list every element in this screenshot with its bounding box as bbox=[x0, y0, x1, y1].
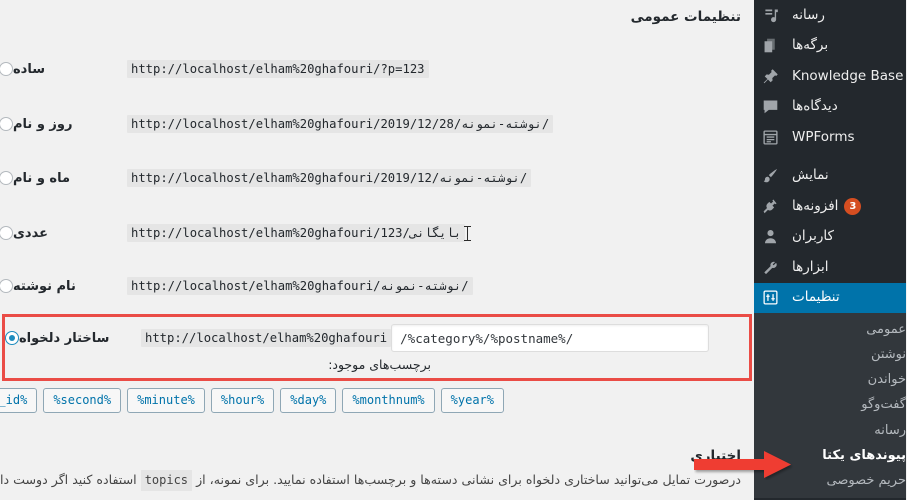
tag-button-year[interactable]: %year% bbox=[441, 388, 505, 413]
page-title: تنظیمات عمومی bbox=[631, 9, 742, 25]
sidebar-item-pages[interactable]: برگه‌ها bbox=[755, 31, 907, 62]
option-url-preview: http://localhost/elham%20ghafouri/بایگان… bbox=[128, 224, 467, 242]
user-icon bbox=[755, 228, 787, 245]
sidebar-item-label: ابزارها bbox=[793, 258, 830, 275]
radio-numeric[interactable] bbox=[0, 226, 14, 240]
sidebar-separator bbox=[755, 153, 907, 161]
tag-button-second[interactable]: %second% bbox=[44, 388, 123, 413]
available-tags-row: %post_id% %second% %minute% %hour% %day%… bbox=[0, 388, 505, 413]
sidebar-item-users[interactable]: کاربران bbox=[755, 222, 907, 253]
custom-structure-input[interactable] bbox=[392, 324, 711, 352]
option-label-group: نام نوشته bbox=[0, 279, 128, 294]
sidebar-item-label: دیدگاه‌ها bbox=[793, 98, 839, 114]
tag-button-monthnum[interactable]: %monthnum% bbox=[343, 388, 436, 413]
tag-button-minute[interactable]: %minute% bbox=[128, 388, 206, 413]
option-label-group: ساده bbox=[0, 62, 128, 77]
settings-icon bbox=[755, 289, 787, 306]
sidebar-item-comments[interactable]: دیدگاه‌ها bbox=[755, 92, 907, 123]
radio-month-and-name[interactable] bbox=[0, 171, 14, 185]
sidebar-item-label: برگه‌ها bbox=[793, 37, 830, 53]
radio-day-and-name[interactable] bbox=[0, 117, 14, 131]
option-label: ماه و نام bbox=[14, 170, 72, 186]
permalink-option-month-and-name[interactable]: ماه و نام http://localhost/elham%20ghafo… bbox=[0, 165, 755, 191]
pages-icon bbox=[755, 37, 787, 54]
available-tags-label: برچسب‌های موجود: bbox=[329, 357, 432, 372]
brush-icon bbox=[755, 167, 787, 184]
permalink-option-day-and-name[interactable]: روز و نام http://localhost/elham%20ghafo… bbox=[0, 111, 755, 137]
paragraph-text-pre: درصورت تمایل می‌توانید ساختاری دلخواه بر… bbox=[197, 472, 742, 487]
sidebar-item-label: رسانه bbox=[793, 6, 826, 23]
option-url-preview: http://localhost/elham%20ghafouri/?p=123 bbox=[128, 60, 430, 78]
sidebar-item-settings-media[interactable]: رسانه bbox=[755, 418, 907, 443]
option-label: ساده bbox=[14, 61, 47, 77]
option-label-group: ساختار دلخواه bbox=[6, 331, 134, 346]
sidebar-item-label: تنظیمات bbox=[793, 289, 841, 305]
option-label: روز و نام bbox=[14, 116, 74, 132]
sidebar-item-settings-reading[interactable]: خواندن bbox=[755, 368, 907, 393]
sidebar-item-label: افزونه‌ها bbox=[793, 197, 840, 214]
tag-button-post-id[interactable]: %post_id% bbox=[0, 388, 39, 413]
tag-button-hour[interactable]: %hour% bbox=[211, 388, 276, 413]
radio-post-name[interactable] bbox=[0, 279, 14, 293]
sidebar-item-settings-general[interactable]: عمومی bbox=[755, 317, 907, 342]
option-label: ساختار دلخواه bbox=[20, 330, 111, 346]
sidebar-item-settings-permalinks[interactable]: پیوندهای یکتا bbox=[755, 443, 907, 468]
option-url-preview: http://localhost/elham%20ghafouri/نوشته-… bbox=[128, 277, 474, 295]
radio-custom-structure[interactable] bbox=[6, 331, 20, 345]
plugin-icon bbox=[755, 198, 787, 215]
inline-code-topics: topics bbox=[141, 470, 194, 492]
custom-structure-row[interactable]: ساختار دلخواه http://localhost/elham%20g… bbox=[6, 324, 750, 352]
permalink-option-post-name[interactable]: نام نوشته http://localhost/elham%20ghafo… bbox=[0, 273, 755, 299]
sidebar-item-appearance[interactable]: نمایش bbox=[755, 161, 907, 192]
text-cursor bbox=[465, 226, 472, 241]
comment-icon bbox=[755, 98, 787, 115]
plugins-update-badge: 3 bbox=[845, 197, 863, 215]
sidebar-item-tools[interactable]: ابزارها bbox=[755, 252, 907, 283]
sidebar-item-knowledge-base[interactable]: Knowledge Base bbox=[755, 61, 907, 92]
sidebar-item-settings[interactable]: تنظیمات bbox=[755, 282, 907, 313]
sidebar-item-label: نمایش bbox=[793, 167, 830, 183]
sidebar-item-label: کاربران bbox=[793, 228, 835, 244]
option-label: نام نوشته bbox=[14, 278, 77, 294]
option-label: عددی bbox=[14, 225, 49, 241]
sidebar-item-wpforms[interactable]: WPForms bbox=[755, 122, 907, 153]
paragraph-text-post: استفاده کنید اگر دوست دارید پیوند د bbox=[0, 472, 138, 487]
optional-section-heading: اختیاری bbox=[691, 448, 742, 464]
sidebar-item-settings-discussion[interactable]: گفت‌وگو bbox=[755, 393, 907, 418]
option-label-group: روز و نام bbox=[0, 117, 128, 132]
settings-submenu: عمومی نوشتن خواندن گفت‌وگو رسانه پیوندها… bbox=[755, 313, 907, 498]
option-url-preview: http://localhost/elham%20ghafouri/2019/1… bbox=[128, 115, 555, 133]
wordpress-admin-screen: تنظیمات عمومی ساده http://localhost/elha… bbox=[0, 0, 907, 500]
main-content-area: تنظیمات عمومی ساده http://localhost/elha… bbox=[0, 0, 755, 500]
sidebar-item-settings-privacy[interactable]: حریم خصوصی bbox=[755, 469, 907, 494]
custom-structure-prefix: http://localhost/elham%20ghafouri bbox=[142, 329, 393, 347]
tag-button-day[interactable]: %day% bbox=[281, 388, 338, 413]
admin-sidebar: رسانه برگه‌ها Knowledge Base دیدگاه‌ها W bbox=[755, 0, 907, 500]
permalink-option-plain[interactable]: ساده http://localhost/elham%20ghafouri/?… bbox=[0, 56, 755, 82]
optional-section-paragraph: درصورت تمایل می‌توانید ساختاری دلخواه بر… bbox=[0, 470, 742, 492]
option-label-group: عددی bbox=[0, 226, 128, 241]
wrench-icon bbox=[755, 259, 787, 276]
media-icon bbox=[755, 7, 787, 24]
pin-icon bbox=[755, 68, 787, 85]
sidebar-item-label: WPForms bbox=[793, 128, 856, 145]
custom-structure-highlight-box: ساختار دلخواه http://localhost/elham%20g… bbox=[3, 314, 753, 381]
sidebar-item-settings-writing[interactable]: نوشتن bbox=[755, 342, 907, 367]
radio-plain[interactable] bbox=[0, 62, 14, 76]
sidebar-item-label: Knowledge Base bbox=[793, 67, 905, 84]
sidebar-item-media[interactable]: رسانه bbox=[755, 0, 907, 31]
option-url-preview: http://localhost/elham%20ghafouri/2019/1… bbox=[128, 169, 533, 187]
sidebar-item-plugins[interactable]: 3 افزونه‌ها bbox=[755, 191, 907, 222]
permalink-option-numeric[interactable]: عددی http://localhost/elham%20ghafouri/ب… bbox=[0, 220, 755, 246]
option-label-group: ماه و نام bbox=[0, 171, 128, 186]
form-icon bbox=[755, 129, 787, 146]
